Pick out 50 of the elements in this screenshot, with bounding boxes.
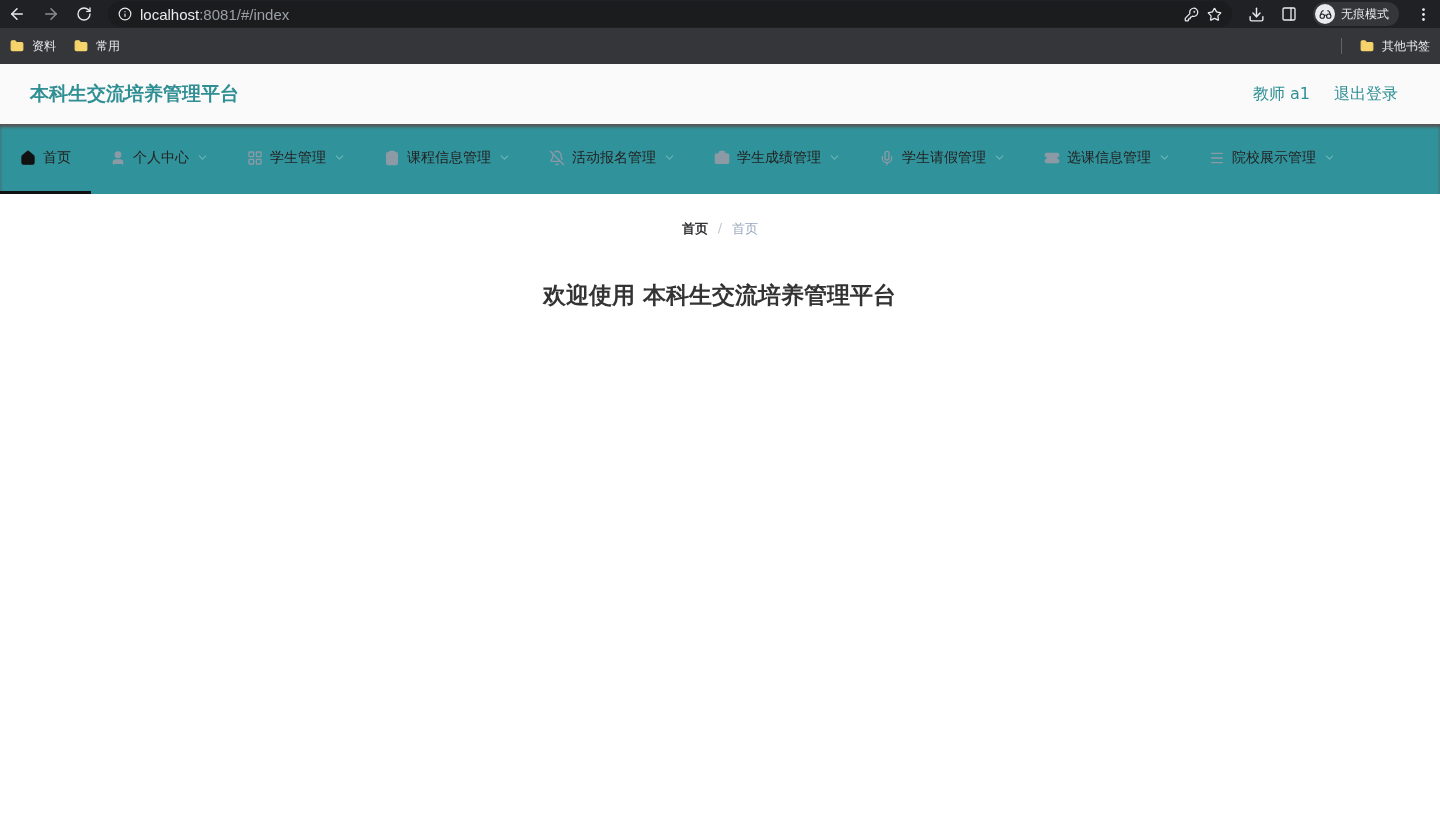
star-icon[interactable] bbox=[1207, 6, 1222, 22]
nav-label: 课程信息管理 bbox=[407, 148, 491, 167]
clipboard-icon bbox=[384, 149, 400, 166]
bookmark[interactable]: 常用 bbox=[96, 37, 120, 55]
bookmark[interactable]: 其他书签 bbox=[1382, 37, 1430, 55]
key-icon[interactable] bbox=[1184, 6, 1199, 22]
incognito-button[interactable]: 无痕模式 bbox=[1313, 2, 1399, 26]
nav-item[interactable]: 学生管理 bbox=[228, 124, 365, 194]
nav-label: 首页 bbox=[43, 148, 71, 167]
home-icon bbox=[20, 149, 36, 166]
nav-item[interactable]: 院校展示管理 bbox=[1190, 124, 1355, 194]
nav-item[interactable]: 课程信息管理 bbox=[365, 124, 530, 194]
reload-icon[interactable] bbox=[76, 6, 92, 22]
nav-label: 学生管理 bbox=[270, 148, 326, 167]
bookmark[interactable]: 资料 bbox=[32, 37, 56, 55]
welcome-heading: 欢迎使用 本科生交流培养管理平台 bbox=[541, 281, 898, 310]
nav-item[interactable]: 学生成绩管理 bbox=[695, 124, 860, 194]
nav-item[interactable]: 活动报名管理 bbox=[530, 124, 695, 194]
briefcase-icon bbox=[714, 149, 730, 166]
url-text: localhost:8081/#/index bbox=[140, 5, 290, 23]
logout-link[interactable]: 退出登录 bbox=[1334, 83, 1398, 105]
nav-label: 活动报名管理 bbox=[572, 148, 656, 167]
nav-item[interactable]: 学生请假管理 bbox=[860, 124, 1025, 194]
microphone-icon bbox=[879, 149, 895, 166]
folder-icon bbox=[10, 39, 24, 53]
address-bar[interactable]: localhost:8081/#/index bbox=[108, 1, 1232, 27]
back-icon[interactable] bbox=[8, 5, 26, 23]
nav-item[interactable]: 首页 bbox=[0, 124, 91, 194]
breadcrumb-item[interactable]: 首页 bbox=[681, 220, 708, 238]
breadcrumb-separator: / bbox=[717, 220, 723, 237]
nav-label: 学生请假管理 bbox=[902, 148, 986, 167]
site-title: 本科生交流培养管理平台 bbox=[30, 81, 240, 106]
nav-item[interactable]: 选课信息管理 bbox=[1025, 124, 1190, 194]
nav-label: 院校展示管理 bbox=[1232, 148, 1316, 167]
info-icon[interactable] bbox=[118, 7, 132, 21]
nav-label: 个人中心 bbox=[133, 148, 189, 167]
incognito-icon bbox=[1315, 4, 1335, 24]
breadcrumb-item: 首页 bbox=[732, 220, 759, 238]
nav-label: 选课信息管理 bbox=[1067, 148, 1151, 167]
nav-label: 学生成绩管理 bbox=[737, 148, 821, 167]
user-icon bbox=[110, 149, 126, 166]
side-panel-icon[interactable] bbox=[1281, 6, 1297, 22]
nav-item[interactable]: 个人中心 bbox=[91, 124, 228, 194]
bell-off-icon bbox=[549, 149, 565, 166]
user-link[interactable]: 教师 a1 bbox=[1252, 83, 1310, 105]
folder-icon bbox=[1360, 39, 1374, 53]
forward-icon[interactable] bbox=[42, 5, 60, 23]
grid-icon bbox=[247, 149, 263, 166]
folder-icon bbox=[74, 39, 88, 53]
download-icon[interactable] bbox=[1248, 5, 1265, 23]
